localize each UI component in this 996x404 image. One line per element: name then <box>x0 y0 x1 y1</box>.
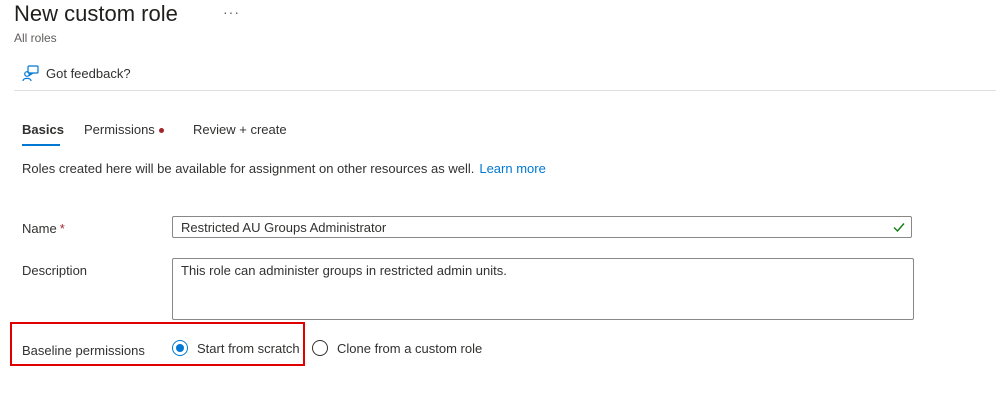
learn-more-link[interactable]: Learn more <box>479 161 545 176</box>
toolbar-divider <box>14 90 996 91</box>
tab-basics[interactable]: Basics <box>22 122 64 137</box>
tab-permissions-label: Permissions <box>84 122 155 137</box>
feedback-person-icon <box>22 64 39 82</box>
radio-start-from-scratch[interactable]: Start from scratch <box>172 339 300 357</box>
name-input[interactable]: Restricted AU Groups Administrator <box>172 216 912 238</box>
name-input-value: Restricted AU Groups Administrator <box>181 220 387 235</box>
description-textarea[interactable]: This role can administer groups in restr… <box>172 258 914 320</box>
info-text: Roles created here will be available for… <box>22 161 546 176</box>
description-value: This role can administer groups in restr… <box>181 263 507 278</box>
description-label: Description <box>22 263 88 278</box>
radio-selected-icon <box>172 340 188 356</box>
baseline-permissions-label: Baseline permissions <box>22 343 145 358</box>
radio-clone-custom-role-label: Clone from a custom role <box>337 340 483 356</box>
tab-basics-selected-indicator <box>22 144 60 146</box>
breadcrumb[interactable]: All roles <box>14 31 57 45</box>
required-star: * <box>59 221 65 236</box>
error-dot-icon <box>158 128 164 134</box>
name-label-text: Name <box>22 221 57 236</box>
radio-unselected-icon <box>312 340 328 356</box>
tab-permissions[interactable]: Permissions <box>84 122 164 137</box>
got-feedback-button[interactable]: Got feedback? <box>22 64 131 82</box>
page-title: New custom role <box>14 1 178 26</box>
info-message: Roles created here will be available for… <box>22 161 475 176</box>
checkmark-icon <box>892 220 906 234</box>
name-label: Name * <box>22 221 65 236</box>
radio-clone-custom-role[interactable]: Clone from a custom role <box>312 339 482 357</box>
more-options-button[interactable]: ··· <box>223 4 240 20</box>
feedback-label: Got feedback? <box>46 65 131 81</box>
tab-review-create[interactable]: Review + create <box>193 122 287 137</box>
radio-start-from-scratch-label: Start from scratch <box>197 340 300 356</box>
